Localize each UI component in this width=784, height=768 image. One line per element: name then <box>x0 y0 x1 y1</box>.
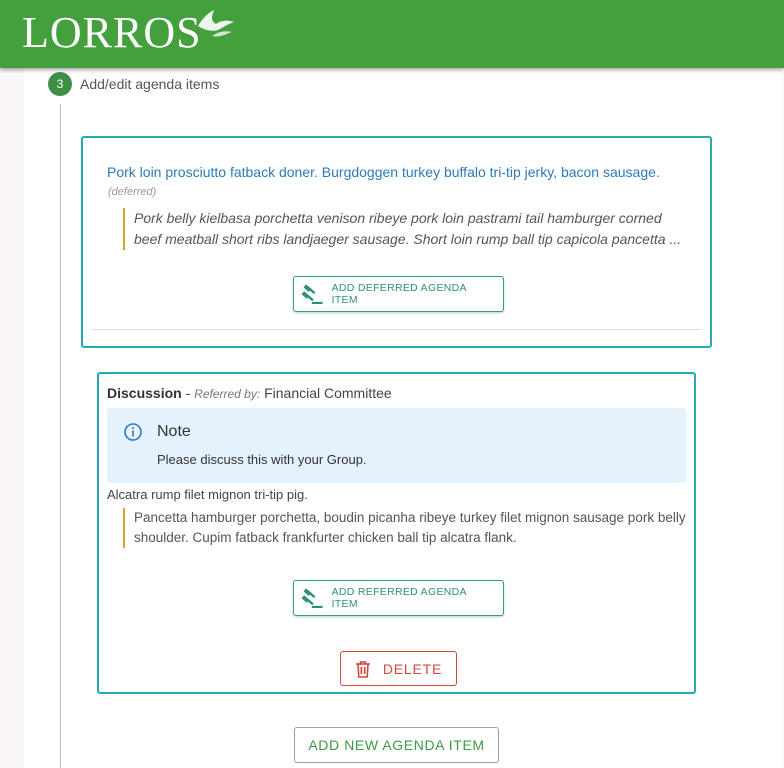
step-label: Add/edit agenda items <box>80 76 220 92</box>
logo-text: LORROS <box>22 8 202 57</box>
add-referred-agenda-item-button[interactable]: ADD REFERRED AGENDA ITEM <box>293 580 504 616</box>
referred-by-label: Referred by: <box>194 387 261 401</box>
note-box: Note Please discuss this with your Group… <box>107 408 686 483</box>
item-type: Discussion <box>107 385 182 401</box>
add-new-agenda-item-button[interactable]: ADD NEW AGENDA ITEM <box>294 727 499 763</box>
referred-item-header: Discussion - Referred by: Financial Comm… <box>107 385 392 401</box>
add-new-label: ADD NEW AGENDA ITEM <box>308 737 485 753</box>
referred-item-title: Alcatra rump filet mignon tri-tip pig. <box>107 487 308 502</box>
trash-icon <box>355 660 370 678</box>
add-deferred-label: ADD DEFERRED AGENDA ITEM <box>331 282 467 306</box>
referred-item-card: Discussion - Referred by: Financial Comm… <box>97 372 696 694</box>
gavel-icon <box>301 284 323 305</box>
logo[interactable]: LORROS <box>22 5 238 61</box>
delete-label: DELETE <box>382 660 443 677</box>
header-separator: - <box>181 385 195 401</box>
deferred-item-title[interactable]: Pork loin prosciutto fatback doner. Burg… <box>107 164 660 180</box>
card-divider <box>91 329 702 330</box>
note-body: Please discuss this with your Group. <box>157 452 367 467</box>
app-header: LORROS <box>0 0 784 68</box>
birds-icon <box>197 10 234 37</box>
delete-button[interactable]: DELETE <box>340 651 457 686</box>
add-referred-label: ADD REFERRED AGENDA ITEM <box>331 586 467 610</box>
step-header: 3 Add/edit agenda items <box>48 72 219 96</box>
step-connector-line <box>60 104 61 768</box>
step-number: 3 <box>48 72 72 96</box>
referred-by-value: Financial Committee <box>264 385 392 401</box>
info-icon <box>124 423 142 441</box>
note-title: Note <box>157 423 191 440</box>
gavel-icon <box>301 588 323 609</box>
deferred-item-card: Pork loin prosciutto fatback doner. Burg… <box>81 136 712 348</box>
referred-item-description: Pancetta hamburger porchetta, boudin pic… <box>123 508 694 548</box>
deferred-status: (deferred) <box>108 186 157 198</box>
add-deferred-agenda-item-button[interactable]: ADD DEFERRED AGENDA ITEM <box>293 276 504 312</box>
deferred-item-description: Pork belly kielbasa porchetta venison ri… <box>123 208 684 250</box>
